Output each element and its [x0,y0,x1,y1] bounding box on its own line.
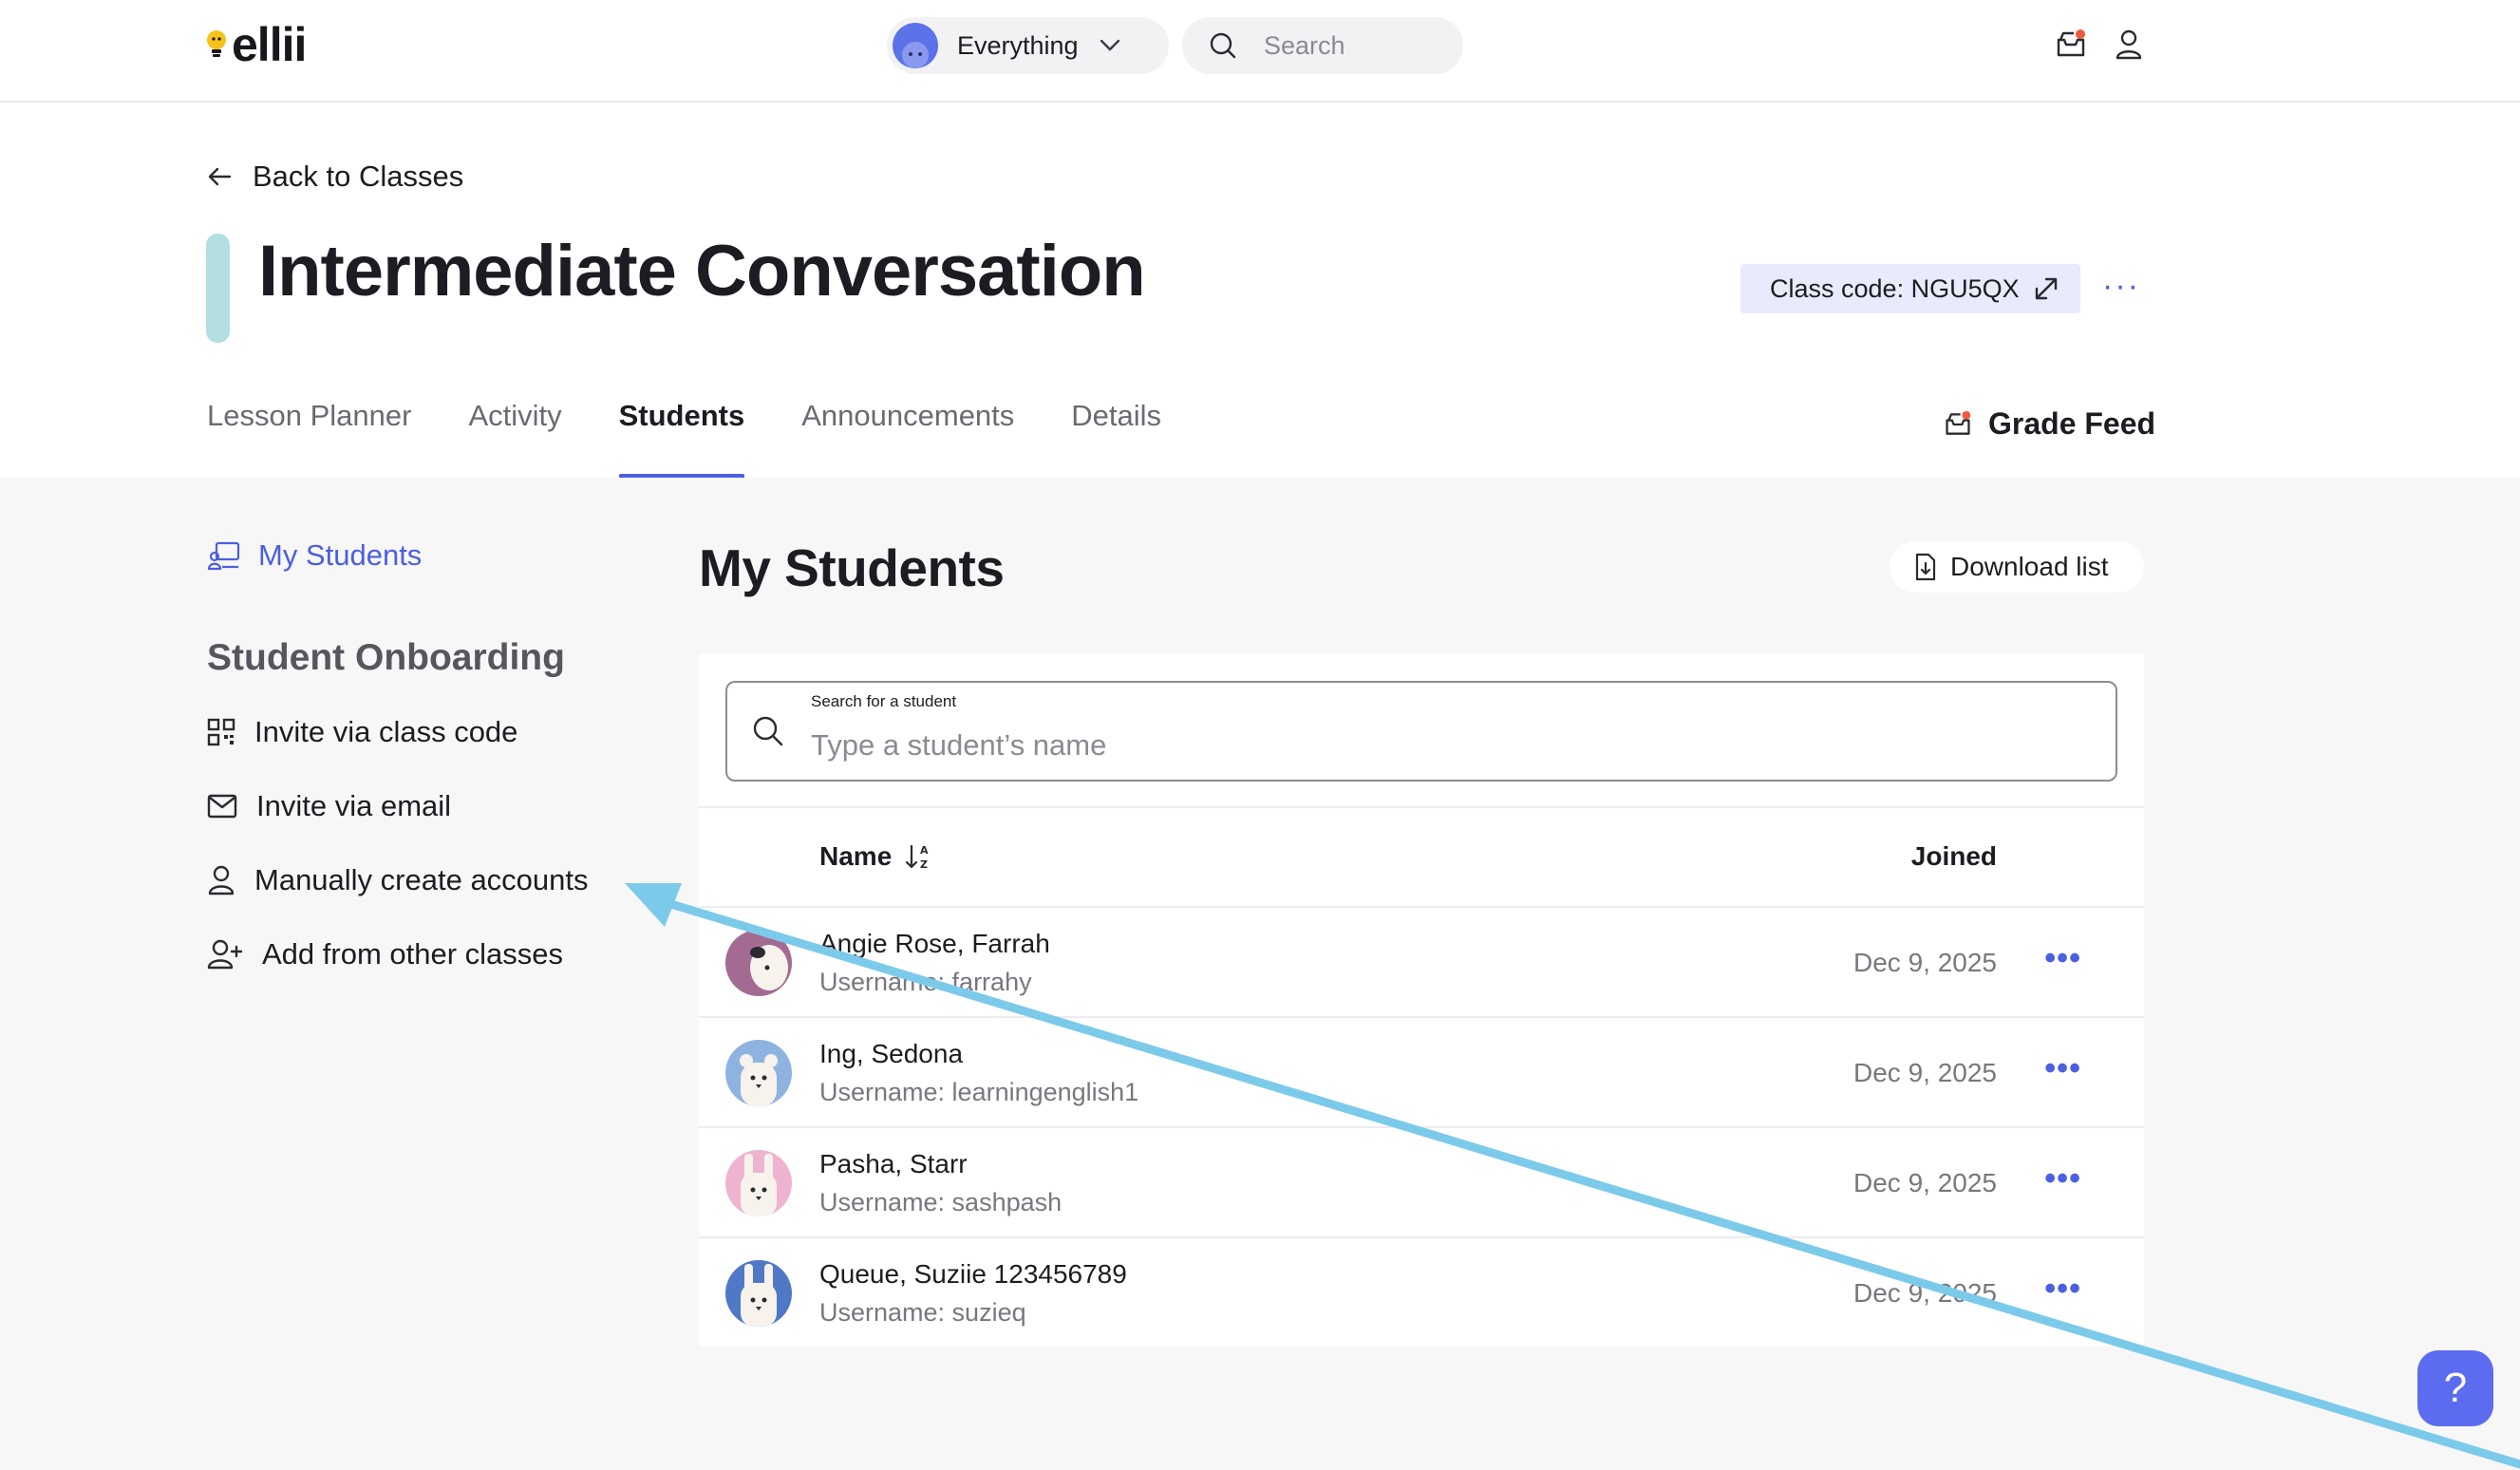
sidebar-my-students-label: My Students [258,538,423,572]
animal-avatar-icon [750,945,788,990]
grade-feed-button[interactable]: Grade Feed [1943,406,2155,442]
student-search-placeholder: Type a student’s name [811,728,1107,762]
classroom-icon [207,541,240,571]
top-navigation-bar: ellii Everything Search [0,0,2520,103]
page-title: Intermediate Conversation [258,231,1146,311]
tab-students[interactable]: Students [618,399,744,479]
logo-text: ellii [232,18,307,71]
student-username: Username: learningenglish1 [819,1078,1139,1106]
tab-details[interactable]: Details [1071,399,1161,479]
tab-announcements[interactable]: Announcements [801,399,1014,479]
row-more-options-button[interactable]: ••• [2044,940,2081,977]
table-row[interactable]: Ing, Sedona Username: learningenglish1 D… [699,1016,2144,1126]
student-name: Pasha, Starr [819,1149,968,1178]
download-list-label: Download list [1950,552,2109,581]
student-name: Queue, Suziie 123456789 [819,1259,1127,1289]
section-title: My Students [699,538,1005,597]
inbox-notification-icon[interactable] [2055,28,2087,61]
row-more-options-button[interactable]: ••• [2044,1050,2081,1087]
row-more-options-button[interactable]: ••• [2044,1271,2081,1308]
tab-lesson-planner[interactable]: Lesson Planner [207,399,411,479]
user-profile-icon[interactable] [2114,28,2144,61]
sidebar-item-label: Add from other classes [262,937,564,971]
tab-activity[interactable]: Activity [468,399,561,479]
search-placeholder: Search [1264,30,1345,60]
sidebar-item-label: Invite via email [256,789,452,822]
student-username: Username: sashpash [819,1188,1063,1216]
search-icon [753,716,783,746]
envelope-icon [207,794,237,819]
ellii-logo[interactable]: ellii [205,18,307,71]
class-more-options-button[interactable]: ··· [2102,268,2140,305]
row-more-options-button[interactable]: ••• [2044,1160,2081,1197]
person-add-icon [207,939,243,970]
sidebar-item-label: Invite via class code [254,715,518,748]
arrow-left-icon [208,167,232,186]
sidebar-item-label: Manually create accounts [254,863,589,896]
table-row[interactable]: Queue, Suziie 123456789 Username: suzieq… [699,1236,2144,1347]
divider [699,806,2144,808]
name-column-label: Name [819,841,893,871]
students-panel: Search for a student Type a student’s na… [699,653,2144,1347]
person-icon [208,865,235,895]
student-onboarding-heading: Student Onboarding [207,637,565,678]
joined-date: Dec 9, 2025 [1853,948,1997,977]
avatar-face-icon [902,42,929,68]
scope-selector[interactable]: Everything [887,17,1169,74]
expand-icon [2035,277,2057,300]
sidebar-item-invite-email[interactable]: Invite via email [207,789,451,823]
joined-date: Dec 9, 2025 [1853,1278,1997,1308]
sort-az-icon: A Z [906,844,929,871]
avatar [725,930,792,996]
scope-label: Everything [957,30,1079,60]
back-to-classes-link[interactable]: Back to Classes [207,160,463,194]
help-button[interactable]: ? [2417,1350,2493,1426]
student-search-input[interactable]: Search for a student Type a student’s na… [725,681,2117,782]
animal-avatar-icon [740,1054,778,1106]
animal-avatar-icon [741,1154,777,1216]
class-code-button[interactable]: Class code: NGU5QX [1740,264,2080,313]
file-download-icon [1915,553,1936,581]
avatar [725,1260,792,1327]
svg-text:A: A [920,844,929,857]
scope-avatar [893,23,938,68]
sidebar-item-invite-class-code[interactable]: Invite via class code [207,715,517,749]
search-icon [1210,32,1236,59]
avatar [725,1150,792,1216]
name-column-header[interactable]: Name A Z [819,841,931,872]
joined-column-header: Joined [1910,841,1997,871]
grade-feed-label: Grade Feed [1988,406,2156,441]
student-search-label: Search for a student [811,692,957,710]
student-name: Angie Rose, Farrah [819,929,1050,958]
student-username: Username: farrahy [819,968,1032,996]
animal-avatar-icon [741,1264,777,1327]
inbox-notification-icon [1946,410,1971,435]
qr-code-icon [207,718,235,746]
chevron-down-icon [1100,39,1119,51]
class-tabs: Lesson Planner Activity Students Announc… [207,399,1218,479]
table-row[interactable]: Pasha, Starr Username: sashpash Dec 9, 2… [699,1126,2144,1236]
class-code-label: Class code: NGU5QX [1770,273,2020,303]
avatar [725,1040,792,1106]
sidebar-item-my-students[interactable]: My Students [207,538,422,573]
joined-date: Dec 9, 2025 [1853,1168,1997,1197]
joined-date: Dec 9, 2025 [1853,1058,1997,1087]
student-name: Ing, Sedona [819,1039,964,1068]
sidebar-item-add-from-classes[interactable]: Add from other classes [207,937,563,971]
global-search-input[interactable]: Search [1182,17,1463,74]
student-username: Username: suzieq [819,1298,1026,1327]
download-list-button[interactable]: Download list [1890,541,2144,593]
svg-text:Z: Z [920,858,928,871]
lightbulb-icon [207,30,226,57]
class-color-bar [206,234,230,343]
sidebar-item-manually-create[interactable]: Manually create accounts [207,863,589,897]
table-row[interactable]: Angie Rose, Farrah Username: farrahy Dec… [699,906,2144,1016]
back-label: Back to Classes [253,160,464,193]
